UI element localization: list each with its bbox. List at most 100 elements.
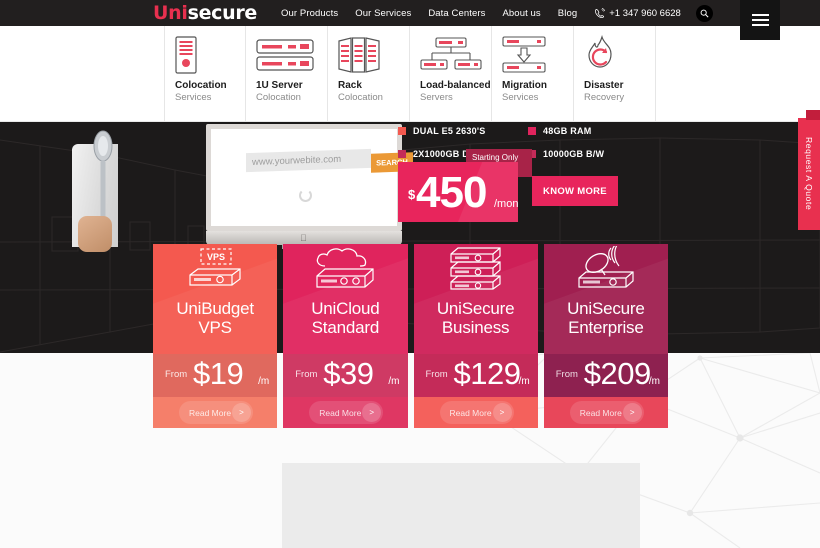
- spec-item: 10000GB B/W: [528, 149, 658, 159]
- service-title: Disaster: [584, 80, 624, 91]
- service-subtitle: Services: [175, 92, 212, 103]
- service-item-load-balanced-servers[interactable]: Load-balanced Servers: [410, 26, 492, 121]
- nav-item-data-centers[interactable]: Data Centers: [428, 8, 485, 19]
- service-title: 1U Server: [256, 80, 303, 91]
- nav-item-about-us[interactable]: About us: [502, 8, 540, 19]
- svg-text:VPS: VPS: [207, 252, 225, 262]
- migration-arrow-icon: [492, 34, 573, 76]
- spec-bullet: [398, 127, 406, 135]
- plan-card-unibudget-vps[interactable]: VPS UniBudget VPS From $19 /m Read More …: [153, 244, 278, 428]
- plan-name-line1: UniCloud: [311, 299, 380, 318]
- plan-card-footer: Read More >: [153, 397, 278, 428]
- request-a-quote-tab[interactable]: Request A Quote: [798, 118, 820, 230]
- plan-price-period: /m: [388, 376, 400, 387]
- chevron-right-icon: >: [232, 403, 251, 422]
- top-navigation-bar: Unisecure Our Products Our Services Data…: [0, 0, 820, 26]
- pricing-card-row: VPS UniBudget VPS From $19 /m Read More …: [153, 244, 668, 428]
- read-more-label: Read More: [319, 407, 362, 418]
- hamburger-bar-3: [751, 24, 769, 26]
- plan-card-unicloud-standard[interactable]: UniCloud Standard From $39 /m Read More …: [283, 244, 408, 428]
- main-menu: Our Products Our Services Data Centers A…: [281, 8, 577, 19]
- rack-unit-icon: [246, 34, 327, 76]
- price-period: /mon: [494, 198, 518, 210]
- hamburger-menu-button[interactable]: [740, 0, 780, 40]
- price-currency: $: [408, 187, 416, 202]
- plan-name-line2: VPS: [198, 318, 232, 337]
- plan-price-amount: $19: [193, 356, 244, 391]
- spoon-icon: [93, 130, 113, 224]
- plan-price-row: From $39 /m: [283, 354, 408, 397]
- service-item-rack-colocation[interactable]: Rack Colocation: [328, 26, 410, 121]
- service-subtitle: Servers: [420, 92, 453, 103]
- plan-card-header: UniCloud Standard: [283, 244, 408, 354]
- plan-price-amount: $209: [583, 356, 651, 391]
- browser-url-bar[interactable]: www.yourwebite.com: [246, 148, 371, 173]
- request-a-quote-label: Request A Quote: [804, 137, 814, 211]
- nav-item-our-services[interactable]: Our Services: [355, 8, 411, 19]
- plan-card-header: UniSecure Enterprise: [543, 244, 668, 354]
- nav-item-our-products[interactable]: Our Products: [281, 8, 338, 19]
- plan-price-amount: $129: [453, 356, 521, 391]
- plan-name-line2: Enterprise: [568, 318, 644, 337]
- logo-prefix: Uni: [153, 1, 188, 24]
- stacked-servers-icon: [414, 244, 538, 292]
- chevron-right-icon: >: [362, 403, 382, 422]
- plan-name: UniBudget VPS: [153, 299, 277, 337]
- spec-label: 48GB RAM: [543, 126, 592, 136]
- spec-bullet: [528, 127, 536, 135]
- plan-name: UniCloud Standard: [283, 299, 407, 337]
- vps-server-icon: VPS: [153, 244, 277, 292]
- phone-link[interactable]: +1 347 960 6628: [594, 7, 681, 19]
- plan-price-row: From $19 /m: [153, 354, 278, 397]
- why-choose-panel: [282, 463, 640, 548]
- service-item-colocation-services[interactable]: Colocation Services: [164, 26, 246, 121]
- site-logo[interactable]: Unisecure: [153, 1, 257, 24]
- plan-card-header: UniSecure Business: [413, 244, 538, 354]
- cloud-server-icon: [283, 244, 407, 292]
- search-icon[interactable]: [695, 4, 713, 22]
- chevron-right-icon: >: [492, 403, 512, 422]
- imac-screen: www.yourwebite.com SEARCH: [206, 124, 413, 231]
- plan-name: UniSecure Enterprise: [544, 299, 668, 337]
- read-more-button[interactable]: Read More >: [569, 401, 644, 424]
- plan-name-line1: UniSecure: [567, 299, 645, 318]
- plan-price-from: From: [295, 369, 318, 380]
- read-more-button[interactable]: Read More >: [179, 401, 253, 424]
- plan-name-line2: Standard: [311, 318, 380, 337]
- plan-name-line1: UniBudget: [176, 299, 254, 318]
- plan-price-row: From $129 /m: [413, 354, 538, 397]
- service-item-1u-server-colocation[interactable]: 1U Server Colocation: [246, 26, 328, 121]
- magnifier-glyph: [700, 9, 709, 18]
- service-subtitle: Recovery: [584, 92, 625, 103]
- hamburger-bar-1: [751, 14, 769, 16]
- quote-tab-corner: [806, 110, 820, 120]
- phone-icon: [595, 7, 606, 18]
- plan-card-unisecure-business[interactable]: UniSecure Business From $129 /m Read Mor…: [413, 244, 538, 428]
- plan-price-period: /m: [648, 376, 660, 387]
- service-subtitle: Services: [502, 92, 539, 103]
- tower-server-icon: [165, 34, 245, 76]
- spec-item: 48GB RAM: [528, 126, 658, 136]
- plan-card-footer: Read More >: [283, 397, 408, 428]
- service-title: Colocation: [175, 80, 227, 91]
- service-category-strip: Colocation Services 1U Server Colocation: [0, 26, 820, 122]
- plan-price-period: /m: [518, 376, 530, 387]
- nav-item-blog[interactable]: Blog: [558, 8, 577, 19]
- spec-bullet: [398, 150, 406, 158]
- read-more-button[interactable]: Read More >: [439, 401, 514, 424]
- hero-photo-person-with-imac: www.yourwebite.com SEARCH : [60, 122, 413, 252]
- imac-mockup: www.yourwebite.com SEARCH : [206, 124, 413, 249]
- know-more-button[interactable]: KNOW MORE: [532, 176, 618, 206]
- plan-card-header: VPS UniBudget VPS: [153, 244, 278, 354]
- service-item-migration-services[interactable]: Migration Services: [492, 26, 574, 121]
- service-title: Load-balanced: [420, 80, 491, 91]
- server-rack-icon: [328, 34, 409, 76]
- loading-spinner-icon: [299, 189, 312, 202]
- plan-card-footer: Read More >: [543, 397, 668, 428]
- read-more-button[interactable]: Read More >: [309, 401, 384, 424]
- spec-label: DUAL E5 2630'S: [413, 126, 486, 136]
- apple-logo-icon: : [300, 234, 307, 243]
- plan-card-unisecure-enterprise[interactable]: UniSecure Enterprise From $209 /m Read M…: [543, 244, 668, 428]
- phone-number: +1 347 960 6628: [609, 7, 681, 19]
- service-item-disaster-recovery[interactable]: Disaster Recovery: [574, 26, 656, 121]
